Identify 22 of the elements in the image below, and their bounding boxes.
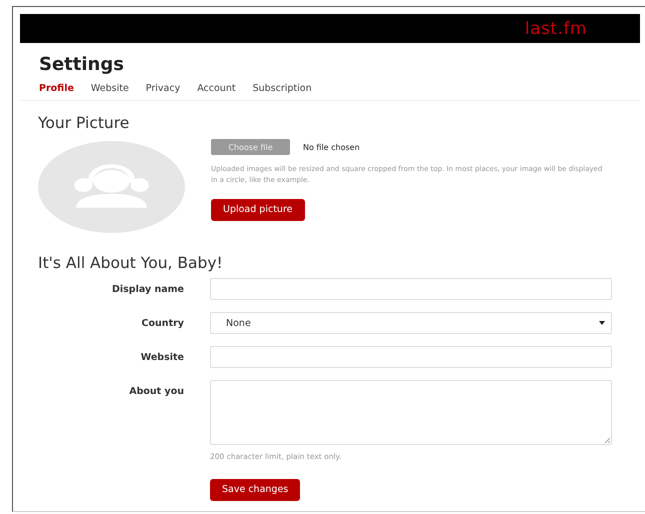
tab[interactable]: Website xyxy=(90,83,129,94)
avatar-placeholder-icon xyxy=(38,141,185,233)
field-label: Display name xyxy=(111,283,184,297)
field-label: About you xyxy=(128,385,184,399)
section-heading: It's All About You, Baby! xyxy=(38,253,224,273)
upload-button[interactable]: Upload picture xyxy=(211,198,304,220)
tab[interactable]: Privacy xyxy=(146,83,180,94)
field-label: Website xyxy=(140,351,184,365)
country-dropdown[interactable]: None xyxy=(210,312,612,334)
tab[interactable]: Profile xyxy=(39,83,74,94)
text-field[interactable] xyxy=(210,278,612,300)
save-button[interactable]: Save changes xyxy=(210,478,300,500)
text-field[interactable] xyxy=(210,346,612,368)
field-label: Country xyxy=(140,317,184,331)
file-status: No file chosen xyxy=(303,142,360,152)
tab[interactable]: Subscription xyxy=(252,83,312,94)
caret-icon xyxy=(599,321,605,325)
text-area[interactable] xyxy=(210,380,612,445)
page-title: Settings xyxy=(39,53,125,77)
tab[interactable]: Account xyxy=(197,83,236,94)
section-heading: Your Picture xyxy=(38,113,130,133)
resize-handle-icon[interactable] xyxy=(604,437,610,443)
